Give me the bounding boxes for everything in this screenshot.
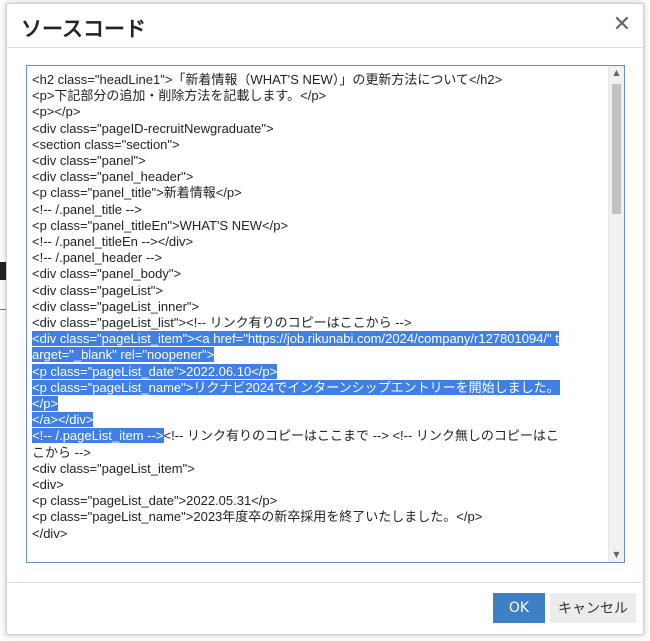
source-text: <div class="panel_body"> [32,266,182,282]
source-line: <p></p> [32,104,602,120]
source-text: <div class="panel_header"> [32,169,194,185]
dialog-title: ソースコード [21,17,146,41]
source-text: <!-- /.panel_header --> [32,250,163,266]
selected-source-text: <!-- /.pageList_item --> [32,428,164,444]
source-line: </div> [32,526,602,542]
source-text: <!-- /.panel_titleEn --></div> [32,234,194,250]
source-text: <p class="panel_title">新着情報</p> [32,185,242,201]
source-text: </div> [32,525,68,541]
close-icon[interactable]: ✕ [611,14,633,36]
selected-source-text: </a></div> [32,412,94,428]
source-line: <div class="pageList"> [32,283,602,299]
dialog-header: ソースコード ✕ [7,4,643,48]
source-text: こから --> [32,444,91,460]
source-text: <div class="pageList"> [32,282,164,298]
source-text: <div> [32,477,64,493]
source-code-dialog: ソースコード ✕ <h2 class="headLine1">「新着情報（WHA… [6,3,644,635]
source-line: <p class="pageList_name">2023年度卒の新卒採用を終了… [32,509,602,525]
source-line: <div class="panel"> [32,153,602,169]
source-text: <p>下記部分の追加・削除方法を記載します。</p> [32,88,327,104]
source-line: <h2 class="headLine1">「新着情報（WHAT'S NEW）」… [32,72,602,88]
source-line: <div class="pageList_item"> [32,461,602,477]
source-line: <div class="panel_body"> [32,266,602,282]
source-line: <p class="panel_titleEn">WHAT'S NEW</p> [32,218,602,234]
scroll-up-arrow-icon[interactable]: ▲ [609,66,624,80]
vertical-scrollbar[interactable]: ▲ ▼ [608,66,624,562]
source-text: <p class="pageList_date">2022.05.31</p> [32,493,278,509]
source-text: <section class="section"> [32,136,180,152]
source-text: <div class="pageID-recruitNewgraduate"> [32,120,274,136]
source-line: <p class="pageList_date">2022.06.10</p> [32,363,602,380]
source-text: <div class="panel"> [32,153,146,169]
source-line: <!-- /.panel_title --> [32,202,602,218]
selected-source-text: <p class="pageList_date">2022.06.10</p> [32,363,278,379]
source-text: <p class="pageList_name">2023年度卒の新卒採用を終了… [32,509,483,525]
source-text: <!-- /.panel_title --> [32,201,142,217]
source-line: </a></div> [32,412,602,428]
source-line: <!-- /.pageList_item --><!-- リンク有りのコピーはこ… [32,428,602,444]
source-line: <div class="pageID-recruitNewgraduate"> [32,121,602,137]
source-code-content[interactable]: <h2 class="headLine1">「新着情報（WHAT'S NEW）」… [32,72,602,542]
source-text: <h2 class="headLine1">「新着情報（WHAT'S NEW）」… [32,72,503,87]
dialog-footer: OK キャンセル [7,582,643,634]
source-text: <div class="pageList_item"> [32,460,195,476]
source-line: <p class="pageList_name">リクナビ2024でインターンシ… [32,379,602,396]
source-text: <div class="pageList_list"><!-- リンク有りのコピ… [32,315,412,331]
scrollbar-thumb[interactable] [612,84,621,214]
source-text: <div class="pageList_inner"> [32,298,200,314]
source-line: こから --> [32,445,602,461]
source-line: <div> [32,477,602,493]
source-text: <p class="panel_titleEn">WHAT'S NEW</p> [32,217,289,233]
source-line: <p>下記部分の追加・削除方法を記載します。</p> [32,88,602,104]
source-line: <div class="pageList_item"><a href="http… [32,331,602,347]
source-line: <div class="panel_header"> [32,169,602,185]
source-line: <!-- /.panel_header --> [32,250,602,266]
scroll-down-arrow-icon[interactable]: ▼ [609,548,624,562]
selected-source-text: <div class="pageList_item"><a href="http… [32,331,559,347]
cancel-button[interactable]: キャンセル [550,593,636,623]
source-line: <!-- /.panel_titleEn --></div> [32,234,602,250]
source-line: <p class="panel_title">新着情報</p> [32,185,602,201]
source-code-textarea[interactable]: <h2 class="headLine1">「新着情報（WHAT'S NEW）」… [26,65,625,563]
selected-source-text: </p> [32,396,59,412]
source-line: <section class="section"> [32,137,602,153]
selected-source-text: <p class="pageList_name">リクナビ2024でインターンシ… [32,379,560,395]
source-line: <div class="pageList_inner"> [32,299,602,315]
source-line: </p> [32,396,602,412]
source-line: <p class="pageList_date">2022.05.31</p> [32,493,602,509]
source-text: <p></p> [32,104,81,120]
selected-source-text: arget="_blank" rel="noopener"> [32,347,215,363]
source-text: <!-- リンク有りのコピーはここまで --> <!-- リンク無しのコピーはこ [163,428,559,444]
ok-button[interactable]: OK [493,593,545,623]
source-line: <div class="pageList_list"><!-- リンク有りのコピ… [32,315,602,331]
source-line: arget="_blank" rel="noopener"> [32,347,602,363]
